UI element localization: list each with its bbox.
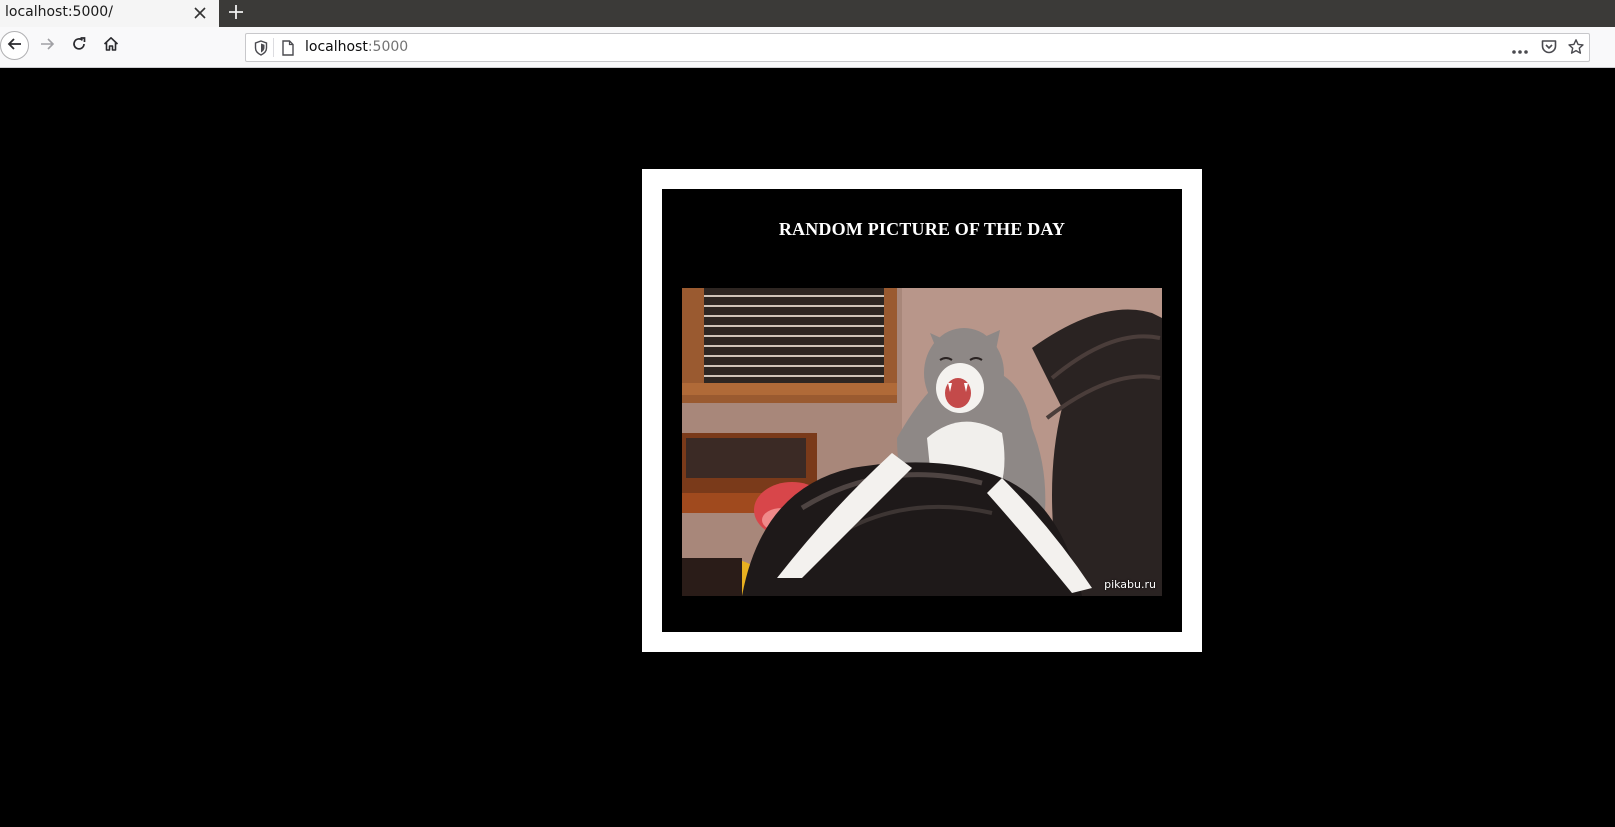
star-icon[interactable]	[1567, 38, 1585, 60]
tab-active[interactable]: localhost:5000/	[0, 0, 219, 27]
url-text[interactable]: localhost:5000	[305, 39, 408, 55]
shield-icon[interactable]	[254, 40, 268, 60]
picture-watermark: pikabu.ru	[1104, 578, 1156, 591]
more-icon[interactable]	[1511, 40, 1529, 59]
plus-icon[interactable]	[226, 2, 246, 22]
picture-frame: RANDOM PICTURE OF THE DAY pikabu.ru	[642, 169, 1202, 652]
arrow-left-icon	[6, 35, 24, 57]
page-title: RANDOM PICTURE OF THE DAY	[778, 219, 1066, 239]
pocket-icon[interactable]	[1540, 38, 1558, 60]
picture-card: RANDOM PICTURE OF THE DAY pikabu.ru	[662, 189, 1182, 632]
url-port: :5000	[367, 39, 409, 55]
url-divider	[273, 38, 274, 57]
url-host: localhost	[305, 39, 368, 55]
forward-button[interactable]	[32, 31, 62, 61]
url-bar[interactable]: localhost:5000	[245, 33, 1590, 62]
home-icon	[102, 35, 120, 57]
arrow-right-icon	[38, 35, 56, 57]
close-icon[interactable]	[191, 4, 209, 22]
back-button[interactable]	[0, 31, 29, 60]
reload-icon	[70, 35, 88, 57]
navigation-toolbar: localhost:5000	[0, 27, 1615, 68]
home-button[interactable]	[96, 31, 126, 61]
tab-strip: localhost:5000/	[0, 0, 1615, 27]
reload-button[interactable]	[64, 31, 94, 61]
tab-title: localhost:5000/	[5, 4, 113, 20]
page-icon[interactable]	[281, 40, 295, 60]
cat-picture: pikabu.ru	[682, 288, 1162, 596]
